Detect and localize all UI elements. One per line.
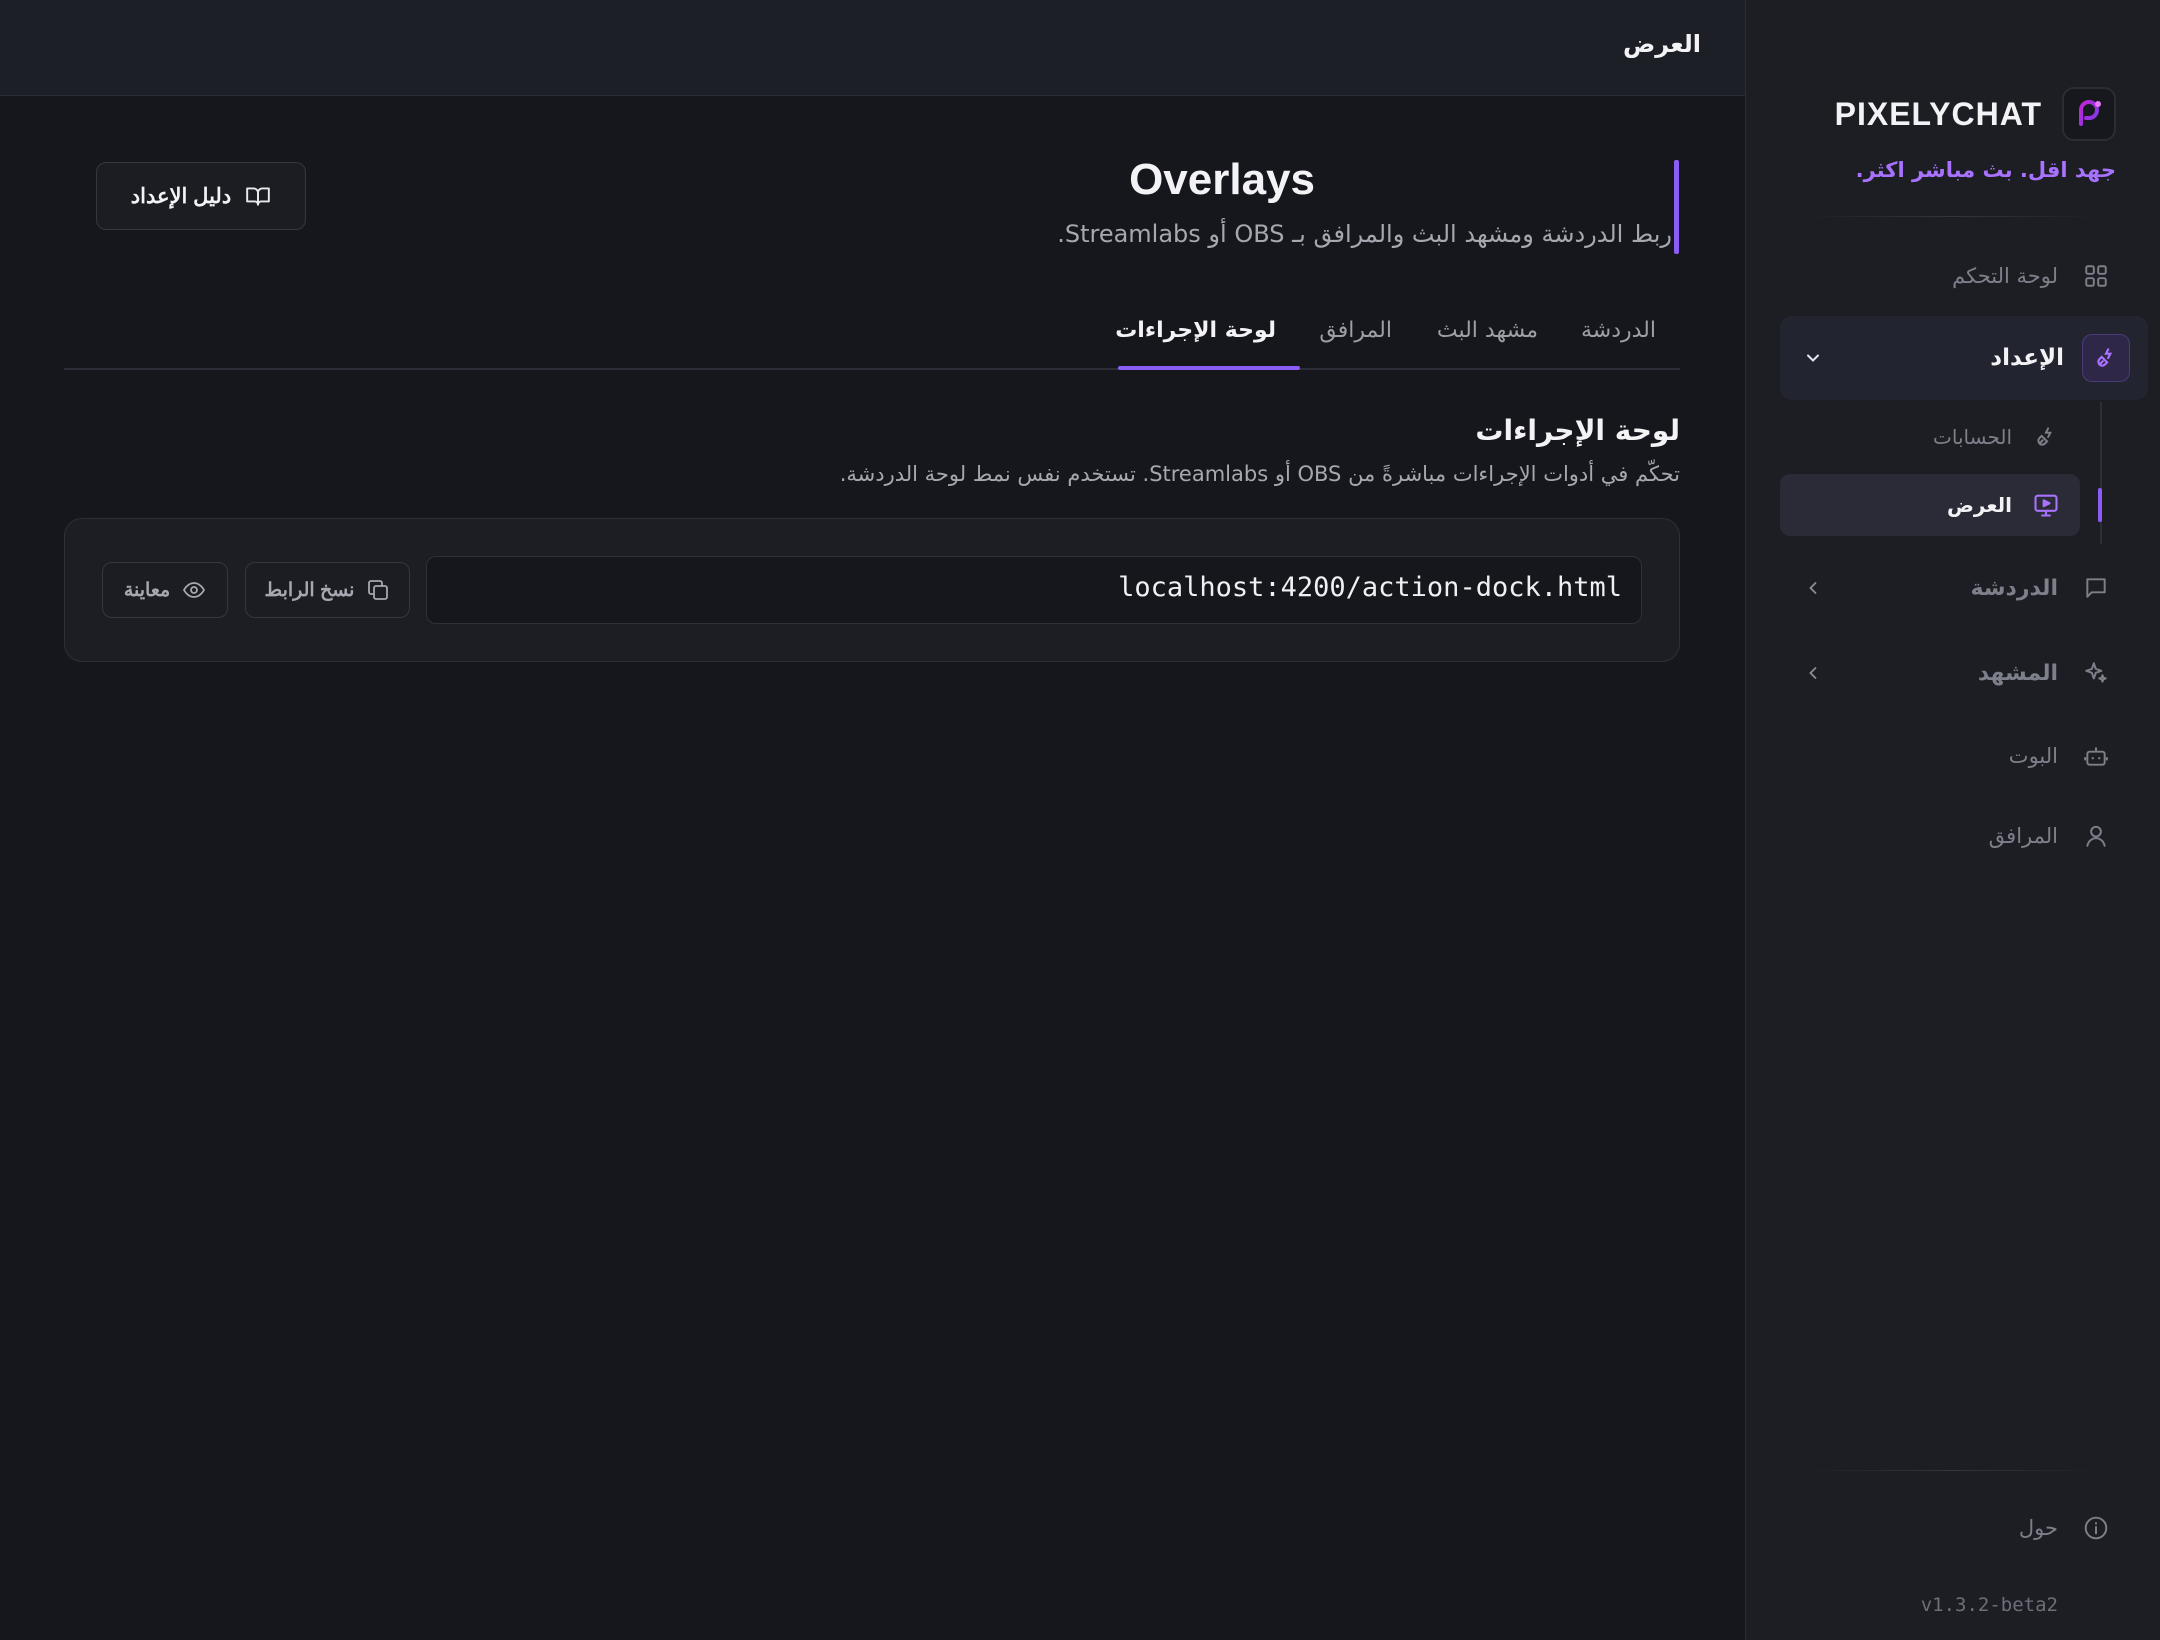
chevron-left-icon[interactable]	[1802, 662, 1824, 684]
app-version: v1.3.2-beta2	[1920, 1594, 2058, 1616]
tab-stream-scene[interactable]: مشهد البث	[1437, 318, 1538, 343]
brand: PIXELYCHAT	[1835, 87, 2116, 141]
eye-icon	[182, 578, 206, 602]
copy-link-label: نسخ الرابط	[264, 579, 355, 601]
divider	[1804, 1470, 2100, 1471]
copy-link-button[interactable]: نسخ الرابط	[245, 562, 410, 618]
sidebar-item-accounts[interactable]: الحسابات	[1780, 406, 2080, 468]
plug-icon	[2082, 334, 2130, 382]
sparkles-icon	[2080, 657, 2112, 689]
copy-icon	[366, 578, 390, 602]
app-window: PIXELYCHAT جهد اقل. بث مباشر اكثر. لوحة …	[0, 0, 2160, 1640]
tab-bar: الدردشة مشهد البث المرافق لوحة الإجراءات	[64, 300, 1680, 370]
sidebar-item-label: الدردشة	[1970, 575, 2058, 601]
grid-icon	[2080, 260, 2112, 292]
brand-name: PIXELYCHAT	[1834, 95, 2042, 132]
sidebar: PIXELYCHAT جهد اقل. بث مباشر اكثر. لوحة …	[1745, 0, 2160, 1640]
sidebar-item-label: البوت	[2008, 744, 2058, 768]
sidebar-group-label: الإعداد	[1990, 345, 2064, 371]
overlay-url-text: localhost:4200/action-dock.html	[1118, 572, 1622, 603]
sidebar-item-about[interactable]: حول	[1780, 1500, 2128, 1556]
tab-action-dock[interactable]: لوحة الإجراءات	[1115, 318, 1276, 343]
section-description: تحكّم في أدوات الإجراءات مباشرةً من OBS …	[839, 462, 1680, 486]
preview-button[interactable]: معاينة	[102, 562, 228, 618]
sidebar-item-label: لوحة التحكم	[1952, 264, 2058, 288]
chevron-left-icon[interactable]	[1802, 577, 1824, 599]
title-accent-bar	[1674, 160, 1679, 254]
plug-icon	[2030, 421, 2062, 453]
tab-companion[interactable]: المرافق	[1319, 318, 1392, 343]
book-open-icon	[245, 183, 271, 209]
message-square-icon	[2080, 572, 2112, 604]
sidebar-item-dashboard[interactable]: لوحة التحكم	[1780, 244, 2128, 308]
top-bar: العرض	[0, 0, 1745, 96]
preview-label: معاينة	[123, 579, 171, 601]
section-title: لوحة الإجراءات	[1475, 414, 1680, 447]
info-icon	[2080, 1512, 2112, 1544]
sidebar-item-bot[interactable]: البوت	[1780, 724, 2128, 788]
sidebar-item-display[interactable]: العرض	[1780, 474, 2080, 536]
breadcrumb: العرض	[1623, 30, 1701, 58]
sidebar-item-scene[interactable]: المشهد	[1780, 641, 2128, 705]
logo-icon	[2062, 87, 2116, 141]
setup-guide-label: دليل الإعداد	[130, 184, 232, 208]
active-indicator	[2098, 488, 2102, 522]
brand-tagline: جهد اقل. بث مباشر اكثر.	[1855, 158, 2116, 182]
sidebar-item-label: الحسابات	[1933, 425, 2012, 449]
sidebar-item-companion[interactable]: المرافق	[1780, 804, 2128, 868]
page-title: Overlays	[1129, 155, 1315, 204]
sidebar-item-chat[interactable]: الدردشة	[1780, 556, 2128, 620]
page-subtitle: ربط الدردشة ومشهد البث والمرافق بـ OBS أ…	[1057, 220, 1672, 248]
sidebar-group-setup[interactable]: الإعداد	[1780, 316, 2148, 400]
active-tab-indicator	[1118, 366, 1300, 370]
sidebar-item-label: المشهد	[1977, 660, 2058, 686]
sidebar-item-label: العرض	[1947, 493, 2012, 517]
submenu-line	[2100, 402, 2102, 544]
divider	[1804, 216, 2100, 217]
setup-guide-button[interactable]: دليل الإعداد	[96, 162, 306, 230]
sidebar-item-label: المرافق	[1988, 824, 2058, 848]
tab-chat[interactable]: الدردشة	[1581, 318, 1656, 343]
bot-icon	[2080, 740, 2112, 772]
user-icon	[2080, 820, 2112, 852]
sidebar-item-label: حول	[2018, 1516, 2058, 1540]
chevron-down-icon[interactable]	[1802, 347, 1824, 369]
monitor-play-icon	[2030, 489, 2062, 521]
